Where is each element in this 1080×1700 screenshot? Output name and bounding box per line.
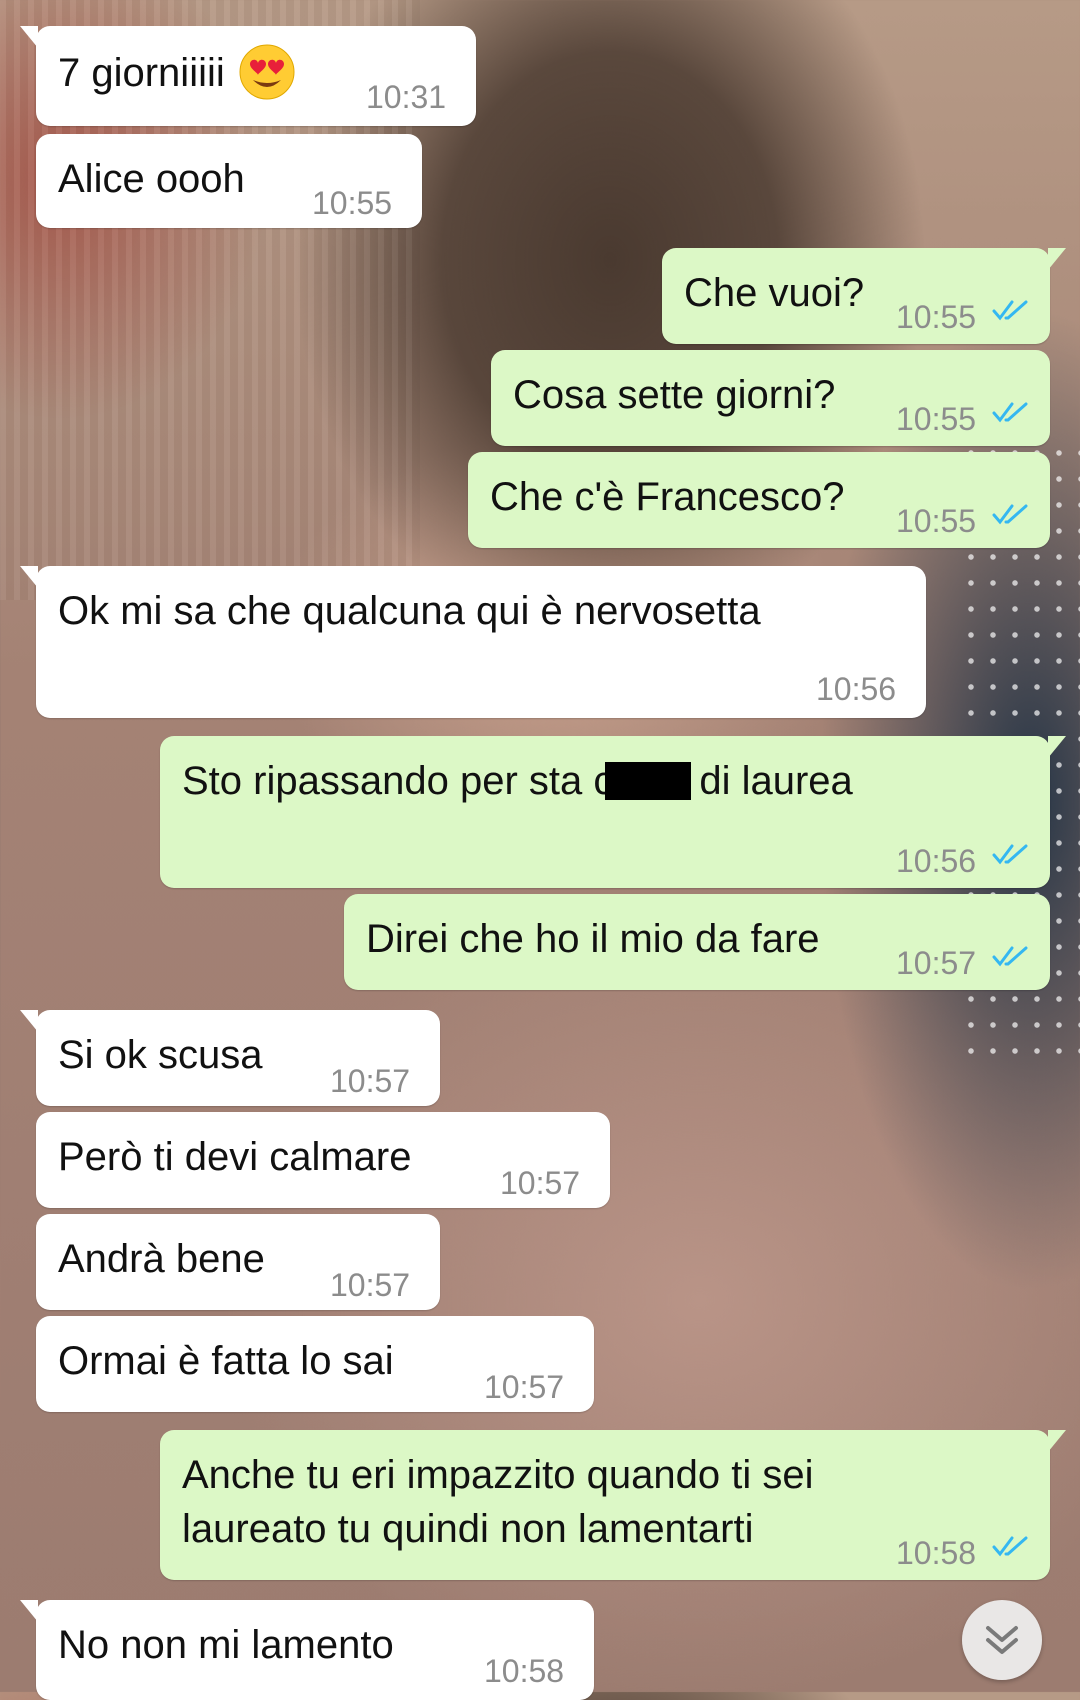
message-text: Che vuoi? bbox=[684, 271, 865, 315]
message-incoming[interactable]: No non mi lamento 10:58 bbox=[20, 1600, 594, 1700]
message-text: Si ok scusa bbox=[58, 1033, 263, 1077]
message-incoming[interactable]: Ok mi sa che qualcuna qui è nervosetta 1… bbox=[20, 566, 926, 718]
message-incoming[interactable]: 7 giorniiiii 10:31 bbox=[20, 26, 476, 126]
message-outgoing[interactable]: Sto ripassando per sta c di laurea 10:56 bbox=[160, 736, 1066, 888]
message-time: 10:57 bbox=[896, 945, 977, 981]
message-time: 10:57 bbox=[330, 1267, 411, 1303]
message-time: 10:55 bbox=[896, 503, 977, 539]
message-outgoing[interactable]: Anche tu eri impazzito quando ti sei laur… bbox=[160, 1430, 1066, 1580]
message-incoming[interactable]: Però ti devi calmare 10:57 bbox=[36, 1112, 610, 1208]
message-outgoing[interactable]: Direi che ho il mio da fare 10:57 bbox=[344, 894, 1050, 990]
message-text: Che c'è Francesco? bbox=[490, 475, 845, 519]
message-time: 10:56 bbox=[896, 843, 977, 879]
heart-eyes-emoji-icon bbox=[239, 44, 295, 100]
message-time: 10:58 bbox=[896, 1535, 977, 1571]
message-time: 10:57 bbox=[484, 1369, 565, 1405]
message-outgoing[interactable]: Che c'è Francesco? 10:55 bbox=[468, 452, 1050, 548]
message-text: Andrà bene bbox=[58, 1237, 265, 1281]
message-text: Però ti devi calmare bbox=[58, 1135, 412, 1179]
message-time: 10:55 bbox=[896, 299, 977, 335]
message-text: No non mi lamento bbox=[58, 1623, 394, 1667]
message-text: Sto ripassando per sta c di laurea bbox=[182, 759, 853, 803]
message-text: Alice oooh bbox=[58, 157, 245, 201]
message-text: Direi che ho il mio da fare bbox=[366, 917, 820, 961]
double-check-icon bbox=[992, 1536, 1028, 1557]
double-check-icon bbox=[992, 844, 1028, 865]
message-text: 7 giorniiiii bbox=[58, 44, 295, 100]
double-check-icon bbox=[992, 300, 1028, 321]
message-text: Anche tu eri impazzito quando ti sei laur… bbox=[182, 1448, 813, 1556]
message-outgoing[interactable]: Che vuoi? 10:55 bbox=[662, 248, 1066, 344]
message-time: 10:56 bbox=[816, 671, 897, 707]
message-time: 10:55 bbox=[896, 401, 977, 437]
chat-thread[interactable]: 7 giorniiiii 10:31 Alice oooh 10:55 Che … bbox=[0, 0, 1080, 1700]
message-text: Ok mi sa che qualcuna qui è nervosetta bbox=[58, 589, 761, 633]
scroll-to-bottom-button[interactable] bbox=[962, 1600, 1042, 1680]
double-check-icon bbox=[992, 946, 1028, 967]
message-incoming[interactable]: Si ok scusa 10:57 bbox=[20, 1010, 440, 1106]
double-check-icon bbox=[992, 402, 1028, 423]
message-text-line: Anche tu eri impazzito quando ti sei bbox=[182, 1453, 814, 1497]
message-text: Ormai è fatta lo sai bbox=[58, 1339, 394, 1383]
message-text-line: laureato tu quindi non lamentarti bbox=[182, 1507, 754, 1551]
message-time: 10:57 bbox=[500, 1165, 581, 1201]
message-time: 10:58 bbox=[484, 1653, 565, 1689]
message-time: 10:57 bbox=[330, 1063, 411, 1099]
message-incoming[interactable]: Andrà bene 10:57 bbox=[36, 1214, 440, 1310]
message-outgoing[interactable]: Cosa sette giorni? 10:55 bbox=[491, 350, 1050, 446]
message-incoming[interactable]: Alice oooh 10:55 bbox=[36, 134, 422, 228]
chevron-double-down-icon bbox=[986, 1626, 1018, 1654]
double-check-icon bbox=[992, 504, 1028, 525]
message-time: 10:31 bbox=[366, 79, 447, 115]
message-incoming[interactable]: Ormai è fatta lo sai 10:57 bbox=[36, 1316, 594, 1412]
message-text: Cosa sette giorni? bbox=[513, 373, 836, 417]
redaction-bar bbox=[605, 762, 692, 800]
message-time: 10:55 bbox=[312, 185, 393, 221]
